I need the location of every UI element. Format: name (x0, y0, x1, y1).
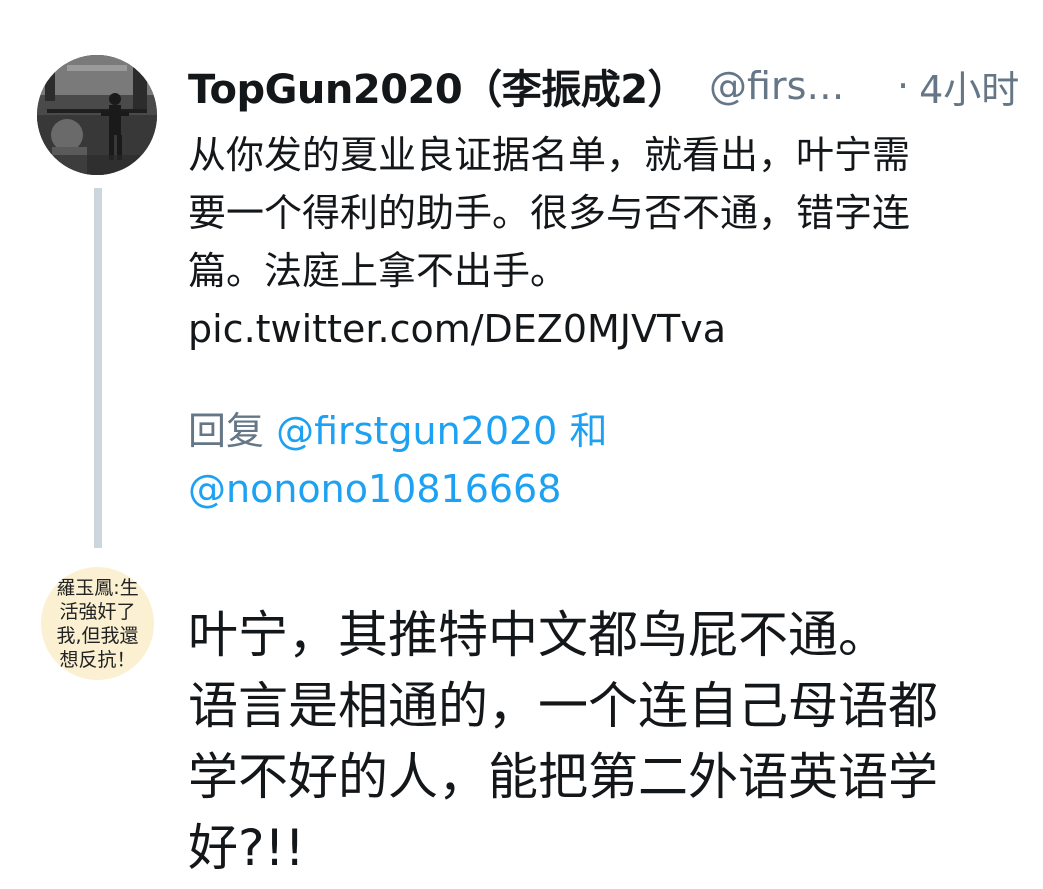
display-name[interactable]: TopGun2020（李振成2） (188, 57, 688, 115)
tweet-media-link[interactable]: pic.twitter.com/DEZ0MJVTva (188, 300, 726, 358)
reply-prefix: 回复 (188, 409, 265, 453)
timestamp[interactable]: 4小时 (919, 59, 1019, 114)
tweet-text: 叶宁，其推特中文都鸟屁不通。 语言是相通的，一个连自己母语都 学不好的人，能把第… (188, 600, 1033, 884)
avatar[interactable] (37, 55, 157, 175)
tweet-text-line: 好?!! (188, 819, 305, 877)
avatar-text-line: 羅玉鳳:生 (56, 576, 139, 599)
tweet-text-line: 要一个得利的助手。很多与否不通，错字连 (188, 191, 911, 235)
thread-connector-line (94, 188, 102, 548)
reply-to-info: 回复 @firstgun2020 和 @nonono10816668 (188, 402, 1018, 518)
gym-photo-avatar (37, 55, 157, 175)
tweet-text-line: 叶宁，其推特中文都鸟屁不通。 (188, 606, 888, 664)
avatar-text-line: 想反抗！ (59, 648, 136, 671)
mention-link[interactable]: @firstgun2020 (276, 409, 557, 453)
user-handle[interactable]: @first… (709, 64, 859, 108)
avatar-text-line: 我,但我還 (56, 624, 139, 647)
tweet-text-line: 从你发的夏业良证据名单，就看出，叶宁需 (188, 133, 911, 177)
separator-dot: · (897, 64, 910, 108)
mention-link[interactable]: @nonono10816668 (188, 467, 561, 511)
tweet-text-line: 篇。法庭上拿不出手。 (188, 249, 569, 293)
tweet-header: TopGun2020（李振成2） @first… · 4小时 (188, 56, 1033, 116)
avatar[interactable]: 羅玉鳳:生 活強奸了 我,但我還 想反抗！ (41, 567, 154, 680)
reply-and-text: 和 (569, 409, 608, 453)
tweet-text: 从你发的夏业良证据名单，就看出，叶宁需 要一个得利的助手。很多与否不通，错字连 … (188, 126, 1018, 300)
reply-to-line: @nonono10816668 (188, 460, 1018, 518)
tweet-text-line: 语言是相通的，一个连自己母语都 (188, 677, 938, 735)
tweet-text-line: 学不好的人，能把第二外语英语学 (188, 748, 938, 806)
avatar-text-line: 活強奸了 (59, 600, 136, 623)
reply-to-line: 回复 @firstgun2020 和 (188, 402, 1018, 460)
